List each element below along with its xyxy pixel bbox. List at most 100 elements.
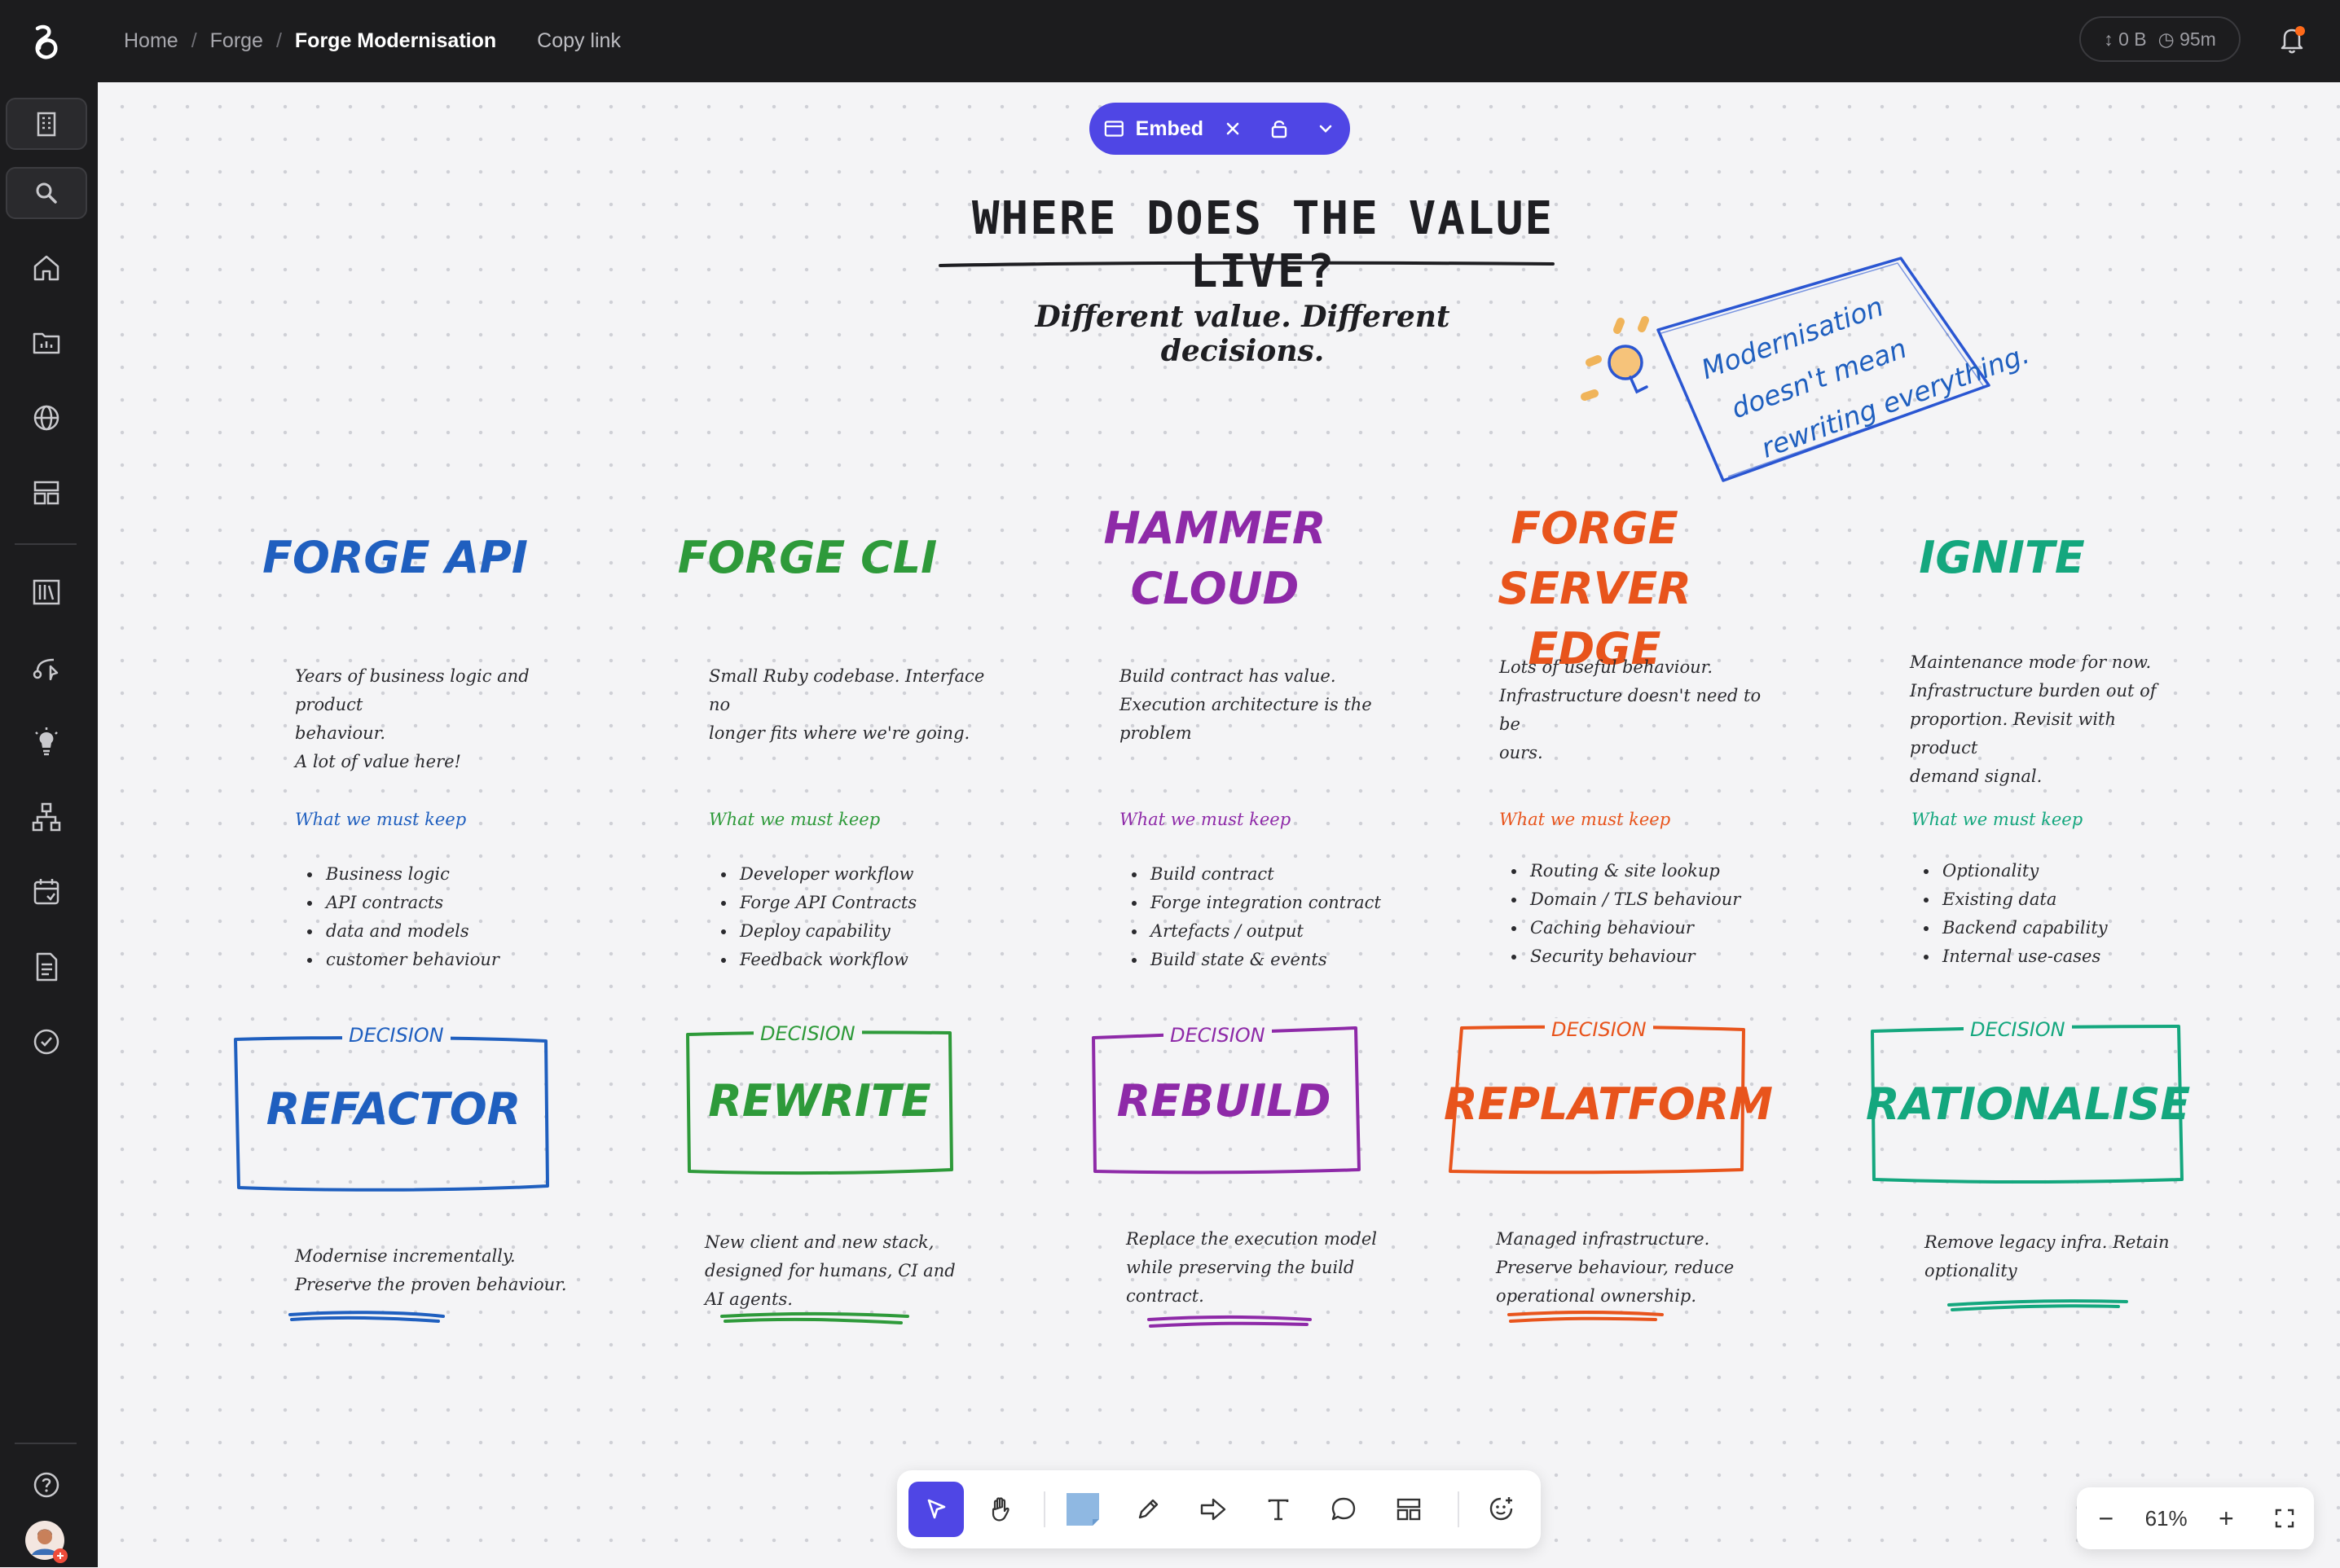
emoji-add-icon [1489, 1497, 1513, 1521]
hand-tool[interactable] [974, 1482, 1029, 1537]
scribble-underline [288, 1311, 445, 1323]
column-description[interactable]: Build contract has value. Execution arch… [1119, 662, 1380, 748]
template-icon [1397, 1498, 1421, 1521]
column-footer[interactable]: Replace the execution model while preser… [1126, 1225, 1387, 1311]
search-button[interactable] [6, 167, 87, 219]
globe-icon [33, 405, 59, 431]
time-value: 95m [2179, 28, 2216, 50]
column-title-forge-server-edge[interactable]: FORGE SERVER EDGE [1444, 499, 1745, 679]
desc-line: demand signal. [1910, 766, 2043, 786]
zoom-out-button[interactable]: − [2077, 1487, 2135, 1549]
footer-line: designed for humans, CI and [705, 1261, 956, 1280]
column-description[interactable]: Years of business logic and product beha… [295, 662, 588, 776]
sync-status-pill[interactable]: ↕ 0 B ◷ 95m [2079, 16, 2241, 62]
sidebar-item-web[interactable] [6, 392, 87, 444]
decision-label: DECISION [342, 1024, 451, 1047]
footer-line: Modernise incrementally. [295, 1246, 516, 1266]
column-description[interactable]: Lots of useful behaviour. Infrastructure… [1499, 653, 1776, 767]
storage-stat: ↕ 0 B [2104, 28, 2147, 50]
column-footer[interactable]: Remove legacy infra. Retain optionality [1924, 1228, 2185, 1285]
sidebar-item-calendar[interactable] [6, 866, 87, 918]
notification-bell-icon[interactable] [2273, 21, 2311, 59]
embed-label[interactable]: Embed [1136, 117, 1203, 141]
column-title-hammer-cloud[interactable]: HAMMER CLOUD [1064, 499, 1366, 619]
storage-value: 0 B [2118, 28, 2147, 50]
column-footer[interactable]: Managed infrastructure. Preserve behavio… [1496, 1225, 1757, 1311]
breadcrumb-current[interactable]: Forge Modernisation [295, 29, 496, 53]
desc-line: longer fits where we're going. [709, 723, 970, 743]
home-icon [33, 255, 59, 281]
board-subtitle: Different value. Different decisions. [1035, 300, 1450, 368]
list-item: Caching behaviour [1527, 914, 1740, 942]
list-item: API contracts [323, 889, 499, 917]
breadcrumb-home[interactable]: Home [124, 29, 178, 53]
keep-list[interactable]: Developer workflow Forge API Contracts D… [710, 860, 917, 974]
pen-tool[interactable] [1120, 1482, 1176, 1537]
desc-line: Build contract has value. [1119, 666, 1336, 686]
fullscreen-button[interactable] [2255, 1487, 2314, 1549]
sticky-note-tool[interactable] [1055, 1482, 1111, 1537]
zoom-level[interactable]: 61% [2135, 1506, 2197, 1531]
copy-link-button[interactable]: Copy link [537, 29, 621, 53]
text-icon [1268, 1499, 1289, 1521]
keep-list[interactable]: Routing & site lookup Domain / TLS behav… [1501, 857, 1740, 971]
help-button[interactable] [6, 1459, 87, 1511]
workspace-button[interactable] [6, 98, 87, 150]
sidebar-item-ideas[interactable] [6, 716, 87, 768]
desc-line: Lots of useful behaviour. [1499, 657, 1713, 677]
desc-line: Maintenance mode for now. [1910, 652, 2152, 672]
sidebar-item-home[interactable] [6, 242, 87, 294]
sidebar [0, 82, 98, 1567]
decision-value: REWRITE [708, 1075, 931, 1127]
lightbulb-icon [1581, 316, 1649, 401]
close-icon[interactable] [1223, 119, 1243, 138]
list-item: Domain / TLS behaviour [1527, 885, 1740, 914]
template-tool[interactable] [1381, 1482, 1436, 1537]
lock-icon[interactable] [1269, 118, 1290, 139]
list-item: Build state & events [1147, 946, 1381, 974]
sidebar-item-layouts[interactable] [6, 467, 87, 519]
list-item: Forge API Contracts [737, 889, 917, 917]
text-tool[interactable] [1251, 1482, 1306, 1537]
column-description[interactable]: Maintenance mode for now. Infrastructure… [1910, 648, 2187, 791]
column-title-forge-api[interactable]: FORGE API [244, 528, 546, 588]
decision-label: DECISION [1964, 1018, 2072, 1041]
sidebar-item-tasks[interactable] [6, 1016, 87, 1068]
desc-line: problem [1119, 723, 1192, 743]
keep-list[interactable]: Business logic API contracts data and mo… [297, 860, 499, 974]
scribble-underline [720, 1312, 909, 1324]
chevron-down-icon[interactable] [1316, 119, 1335, 138]
footer-line: New client and new stack, [705, 1232, 935, 1252]
comment-tool[interactable] [1316, 1482, 1371, 1537]
keep-list[interactable]: Build contract Forge integration contrac… [1121, 860, 1381, 974]
app-logo-icon[interactable] [18, 15, 73, 70]
sidebar-item-projects[interactable] [6, 317, 87, 369]
column-footer[interactable]: Modernise incrementally. Preserve the pr… [295, 1242, 572, 1299]
pen-icon [1138, 1499, 1159, 1519]
desc-line: Small Ruby codebase. Interface no [709, 666, 985, 714]
check-circle-icon [33, 1029, 59, 1055]
footer-line: contract. [1126, 1286, 1204, 1306]
sidebar-item-library[interactable] [6, 566, 87, 618]
footer-line: Replace the execution model [1126, 1229, 1377, 1249]
sidebar-divider [15, 543, 77, 545]
column-footer[interactable]: New client and new stack, designed for h… [705, 1228, 965, 1314]
column-title-ignite[interactable]: IGNITE [1851, 528, 2153, 588]
sidebar-item-org[interactable] [6, 791, 87, 843]
keep-heading: What we must keep [1119, 810, 1291, 829]
column-title-forge-cli[interactable]: FORGE CLI [657, 528, 958, 588]
sidebar-item-flows[interactable] [6, 641, 87, 693]
calendar-icon [33, 879, 59, 905]
reaction-tool[interactable] [1474, 1482, 1529, 1537]
sidebar-item-docs[interactable] [6, 941, 87, 993]
desc-line: Execution architecture is the [1119, 695, 1372, 714]
select-tool[interactable] [908, 1482, 964, 1537]
zoom-in-button[interactable]: + [2197, 1487, 2255, 1549]
breadcrumb-forge[interactable]: Forge [210, 29, 263, 53]
library-icon [33, 579, 60, 605]
keep-list[interactable]: Optionality Existing data Backend capabi… [1913, 857, 2108, 971]
list-item: Optionality [1939, 857, 2108, 885]
user-avatar[interactable] [6, 1516, 87, 1568]
column-description[interactable]: Small Ruby codebase. Interface no longer… [709, 662, 1002, 748]
arrow-tool[interactable] [1185, 1482, 1241, 1537]
